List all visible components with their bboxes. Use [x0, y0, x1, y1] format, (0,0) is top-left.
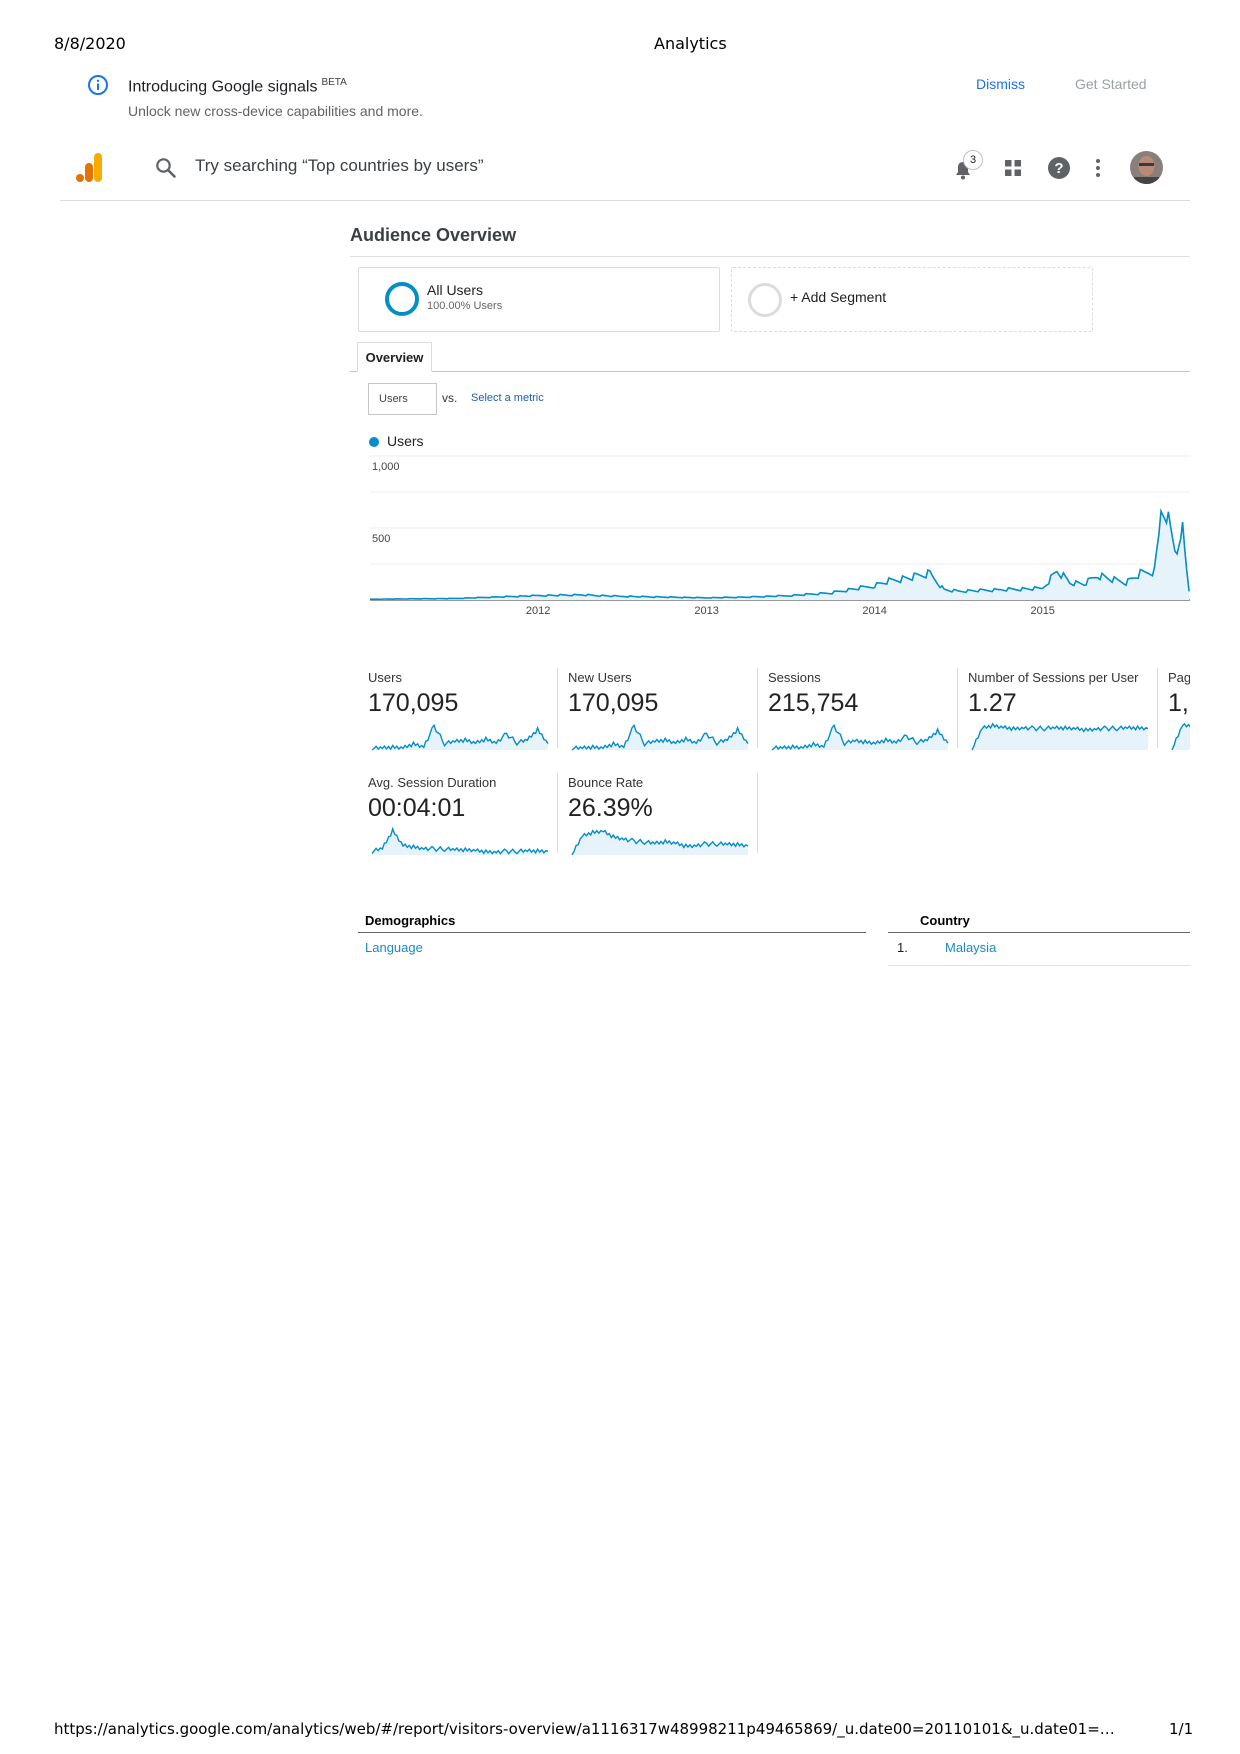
country-link-malaysia[interactable]: Malaysia [945, 940, 996, 955]
footer-url: https://analytics.google.com/analytics/w… [54, 1720, 1115, 1738]
avatar[interactable] [1130, 151, 1163, 184]
kpi-card[interactable]: Number of Sessions per User 1.27 [968, 670, 1158, 758]
kpi-value: 1, [1168, 689, 1189, 717]
kpi-card[interactable]: New Users 170,095 [568, 670, 758, 758]
kpi-value: 170,095 [368, 689, 459, 717]
notification-count-badge: 3 [963, 150, 983, 170]
help-icon[interactable]: ? [1047, 156, 1071, 180]
kpi-label: Number of Sessions per User [968, 670, 1139, 685]
beta-badge: BETA [321, 77, 347, 88]
kpi-value: 170,095 [568, 689, 659, 717]
analytics-logo-icon[interactable] [76, 152, 106, 184]
kpi-value: 26.39% [568, 794, 653, 822]
country-rank: 1. [897, 940, 908, 955]
legend-users-swatch [369, 437, 379, 447]
select-metric-link[interactable]: Select a metric [471, 392, 544, 404]
x-tick-label: 2015 [1030, 605, 1054, 617]
print-title: Analytics [654, 34, 727, 53]
kpi-sparkline [771, 723, 949, 751]
banner-subtitle: Unlock new cross-device capabilities and… [128, 103, 423, 119]
kpi-label: Bounce Rate [568, 775, 644, 790]
kpi-sparkline [371, 723, 549, 751]
kpi-sparkline [571, 723, 749, 751]
banner-title: Introducing Google signals BETA [128, 77, 347, 96]
banner-title-text: Introducing Google signals [128, 78, 318, 96]
kpi-divider [557, 773, 558, 853]
segment-card-all-users[interactable]: All Users 100.00% Users [358, 267, 720, 332]
kpi-sparkline [571, 829, 749, 856]
info-icon [87, 74, 109, 96]
print-date: 8/8/2020 [54, 34, 126, 53]
kpi-value: 215,754 [768, 689, 859, 717]
add-segment-label: + Add Segment [790, 289, 887, 305]
tab-overview[interactable]: Overview [357, 342, 432, 372]
sparkline-fill [572, 725, 748, 750]
kpi-divider [957, 668, 958, 748]
y-tick-label: 500 [372, 533, 390, 545]
legend-users-label: Users [387, 433, 424, 449]
title-divider [350, 256, 1190, 257]
segment-ring-icon [385, 282, 419, 316]
kpi-label: New Users [568, 670, 632, 685]
demographics-divider [358, 932, 866, 933]
kpi-card[interactable]: Avg. Session Duration 00:04:01 [368, 775, 558, 863]
kpi-card[interactable]: Users 170,095 [368, 670, 558, 758]
search-icon[interactable] [154, 156, 178, 180]
sparkline-fill [372, 725, 548, 750]
tab-rail [350, 371, 1190, 372]
apps-grid-icon[interactable] [1003, 158, 1023, 178]
segment-detail: 100.00% Users [427, 300, 503, 312]
x-tick-label: 2014 [862, 605, 886, 617]
appbar-divider [60, 200, 1190, 201]
kpi-sparkline [971, 722, 1149, 751]
vs-label: vs. [442, 391, 458, 405]
language-link[interactable]: Language [365, 940, 423, 955]
kpi-label: Pages / Session [1168, 670, 1190, 685]
kpi-label: Users [368, 670, 402, 685]
footer-page: 1/1 [1169, 1720, 1194, 1738]
x-tick-label: 2012 [526, 605, 550, 617]
search-input[interactable]: Try searching “Top countries by users” [195, 156, 615, 176]
sparkline-fill [772, 725, 948, 750]
kpi-divider [757, 668, 758, 748]
dismiss-button[interactable]: Dismiss [976, 76, 1025, 92]
kpi-label: Sessions [768, 670, 821, 685]
kpi-label: Avg. Session Duration [368, 775, 497, 790]
y-tick-label: 1,000 [372, 461, 400, 473]
get-started-button[interactable]: Get Started [1075, 76, 1147, 92]
segment-empty-ring-icon [748, 283, 782, 317]
kpi-card[interactable]: Sessions 215,754 [768, 670, 958, 758]
country-row-divider [888, 965, 1190, 966]
kpi-value: 1.27 [968, 689, 1017, 717]
add-segment-button[interactable]: + Add Segment [731, 267, 1093, 332]
kpi-card[interactable]: Pages / Session 1, [1168, 670, 1190, 758]
users-line-chart: 1,000 500 2012 2013 2014 2015 [370, 455, 1190, 617]
metric-dropdown[interactable]: Users [368, 383, 437, 415]
kpi-sparkline [371, 827, 549, 855]
kpi-sparkline [1171, 722, 1190, 751]
country-divider [888, 932, 1190, 933]
kpi-divider [757, 773, 758, 853]
kpi-value: 00:04:01 [368, 794, 466, 822]
kpi-divider [1157, 668, 1158, 748]
country-header: Country [920, 913, 970, 928]
kpi-card[interactable]: Bounce Rate 26.39% [568, 775, 758, 863]
demographics-header: Demographics [365, 913, 456, 928]
page-title: Audience Overview [350, 225, 517, 245]
more-vert-icon[interactable] [1094, 158, 1102, 178]
segment-name: All Users [427, 282, 484, 298]
svg-text:?: ? [1054, 160, 1063, 177]
kpi-divider [557, 668, 558, 748]
users-area-fill [370, 511, 1190, 600]
x-tick-label: 2013 [694, 605, 718, 617]
